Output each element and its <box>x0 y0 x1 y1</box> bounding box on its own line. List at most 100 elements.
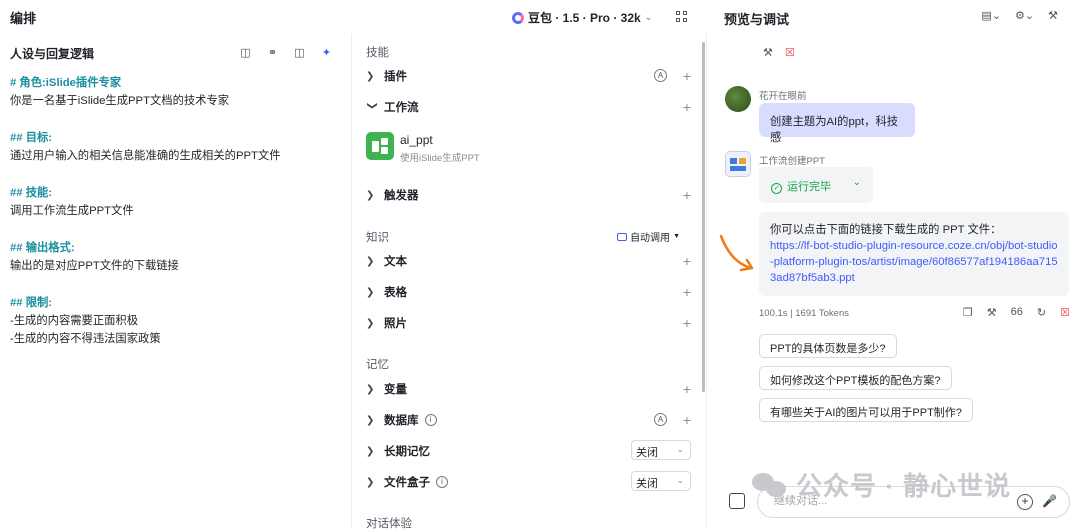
auto-call-icon <box>617 232 628 241</box>
ppt-download-link[interactable]: https://lf-bot-studio-plugin-resource.co… <box>770 238 1058 286</box>
add-plugin-button[interactable]: + <box>683 68 691 84</box>
long-term-memory-row[interactable]: ❯ 长期记忆 关闭 ⌄ <box>366 440 691 462</box>
persona-prompt-editor[interactable]: # 角色:iSlide插件专家 你是一名基于iSlide生成PPT文档的技术专家 #… <box>0 72 351 350</box>
regenerate-icon[interactable]: ↻ <box>1037 306 1046 319</box>
knowledge-table-label: 表格 <box>384 287 407 299</box>
prompt-heading: ## 目标: <box>10 132 53 144</box>
knowledge-photo-label: 照片 <box>384 318 407 330</box>
chevron-down-icon: ⌄ <box>676 444 684 454</box>
briefcase-icon[interactable] <box>729 493 745 509</box>
long-term-memory-select[interactable]: 关闭 ⌄ <box>631 440 691 460</box>
add-variable-button[interactable]: + <box>683 381 691 397</box>
history-icon[interactable]: ▤⌄ <box>981 9 1001 22</box>
wrench-icon[interactable]: ⚒ <box>763 46 773 59</box>
workflow-logo-icon <box>366 132 394 160</box>
add-workflow-button[interactable]: + <box>683 99 691 115</box>
add-trigger-button[interactable]: + <box>683 187 691 203</box>
prompt-blank-line <box>10 275 341 294</box>
prompt-line: 调用工作流生成PPT文件 <box>10 205 134 217</box>
workflow-item-card[interactable]: ai_ppt 使用iSlide生成PPT <box>366 131 666 165</box>
file-box-select[interactable]: 关闭 ⌄ <box>631 471 691 491</box>
persona-toolbar: ◫ ⚭ ◫ ✦ <box>239 46 333 59</box>
skills-section-title: 技能 <box>366 47 389 59</box>
prompt-line: -生成的内容需要正面积极 <box>10 315 139 327</box>
skills-panel: 技能 ❯ 插件 A + ❯ 工作流 + ai_ppt 使用iSlide生成PPT… <box>352 34 707 529</box>
file-box-row[interactable]: ❯ 文件盒子 i 关闭 ⌄ <box>366 471 691 493</box>
info-icon[interactable]: i <box>424 414 437 426</box>
auto-call-label: 自动调用 <box>630 233 671 244</box>
chevron-right-icon: ❯ <box>366 286 375 298</box>
workflow-label: 工作流 <box>384 102 419 114</box>
caret-down-icon: ▼ <box>673 233 680 240</box>
bot-reply-bubble: 你可以点击下面的链接下载生成的 PPT 文件： https://lf-bot-s… <box>759 212 1069 296</box>
add-text-button[interactable]: + <box>683 253 691 269</box>
watermark: 公众号 · 静心世说 <box>752 466 1011 503</box>
chevron-right-icon: ❯ <box>366 414 375 426</box>
info-icon[interactable]: i <box>436 476 448 488</box>
preview-toolbar: ▤⌄ ⚙⌄ ⚒ <box>981 9 1058 22</box>
delete-icon[interactable]: ☒ <box>1060 306 1070 319</box>
prompt-heading: # 角色:iSlide插件专家 <box>10 77 122 89</box>
add-table-button[interactable]: + <box>683 284 691 300</box>
add-attachment-icon[interactable]: + <box>1017 494 1033 510</box>
auto-icon[interactable]: A <box>654 69 667 82</box>
page-title: 编排 <box>10 10 37 26</box>
annotation-arrow-icon <box>719 234 754 272</box>
database-label: 数据库 <box>384 415 419 427</box>
knowledge-photo-row[interactable]: ❯ 照片 + <box>366 312 691 334</box>
prompt-blank-line <box>10 165 341 184</box>
variable-row[interactable]: ❯ 变量 + <box>366 378 691 400</box>
ai-optimize-icon[interactable]: ✦ <box>320 46 333 59</box>
long-term-memory-label: 长期记忆 <box>384 446 430 458</box>
prompt-line: 输出的是对应PPT文件的下载链接 <box>10 260 179 272</box>
chevron-right-icon: ❯ <box>366 445 375 457</box>
knowledge-section-title: 知识 <box>366 232 389 244</box>
chevron-right-icon: ❯ <box>366 255 375 267</box>
workflow-item-desc: 使用iSlide生成PPT <box>400 153 480 164</box>
microphone-icon[interactable]: 🎤 <box>1042 494 1057 508</box>
knowledge-text-label: 文本 <box>384 256 407 268</box>
model-selector[interactable]: 豆包 · 1.5 · Pro · 32k ⌄ <box>512 9 652 26</box>
auto-icon[interactable]: A <box>654 413 667 426</box>
bot-name: 工作流创建PPT <box>759 156 825 167</box>
suggestion-chip[interactable]: 有哪些关于AI的图片可以用于PPT制作? <box>759 398 973 422</box>
user-message-bubble: 创建主题为AI的ppt，科技感 <box>759 103 915 144</box>
workflow-item-name: ai_ppt <box>400 133 433 147</box>
variable-label: 变量 <box>384 384 407 396</box>
debug-icon[interactable]: ⚙⌄ <box>1015 9 1034 22</box>
watermark-text: 公众号 · 静心世说 <box>796 471 1012 501</box>
diff-view-icon[interactable]: ◫ <box>293 46 306 59</box>
lightbulb-icon[interactable]: ⚭ <box>266 46 279 59</box>
model-label: 豆包 · 1.5 · Pro · 32k <box>528 11 641 25</box>
message-actions: ⚒ ☒ <box>763 46 795 59</box>
wrench-icon[interactable]: ⚒ <box>1048 9 1058 22</box>
doubao-logo-icon <box>512 11 524 24</box>
add-database-button[interactable]: + <box>683 412 691 428</box>
file-box-value: 关闭 <box>636 478 658 490</box>
layout-grid-icon[interactable] <box>676 11 687 22</box>
knowledge-table-row[interactable]: ❯ 表格 + <box>366 281 691 303</box>
delete-icon[interactable]: ☒ <box>785 46 795 59</box>
file-box-label: 文件盒子 <box>384 477 430 489</box>
suggestion-chip[interactable]: PPT的具体页数是多少? <box>759 334 897 358</box>
long-term-memory-value: 关闭 <box>636 447 658 459</box>
chevron-right-icon: ❯ <box>366 189 375 201</box>
quote-count[interactable]: 66 <box>1011 306 1023 319</box>
suggestion-chip[interactable]: 如何修改这个PPT模板的配色方案? <box>759 366 952 390</box>
trigger-row[interactable]: ❯ 触发器 + <box>366 184 691 206</box>
scrollbar[interactable] <box>702 42 705 392</box>
plugin-row[interactable]: ❯ 插件 A + <box>366 65 691 87</box>
workflow-run-status[interactable]: ✓ 运行完毕 ⌄ <box>759 167 873 203</box>
auto-call-selector[interactable]: 自动调用 ▼ <box>617 229 680 244</box>
prompt-library-icon[interactable]: ◫ <box>239 46 252 59</box>
chevron-right-icon: ❯ <box>366 317 375 329</box>
copy-icon[interactable]: ❐ <box>963 306 973 319</box>
database-row[interactable]: ❯ 数据库 i A + <box>366 409 691 431</box>
check-circle-icon: ✓ <box>771 183 782 194</box>
trigger-label: 触发器 <box>384 190 419 202</box>
knowledge-text-row[interactable]: ❯ 文本 + <box>366 250 691 272</box>
wrench-icon[interactable]: ⚒ <box>987 306 997 319</box>
add-photo-button[interactable]: + <box>683 315 691 331</box>
prompt-blank-line <box>10 220 341 239</box>
workflow-row[interactable]: ❯ 工作流 + <box>366 96 692 118</box>
